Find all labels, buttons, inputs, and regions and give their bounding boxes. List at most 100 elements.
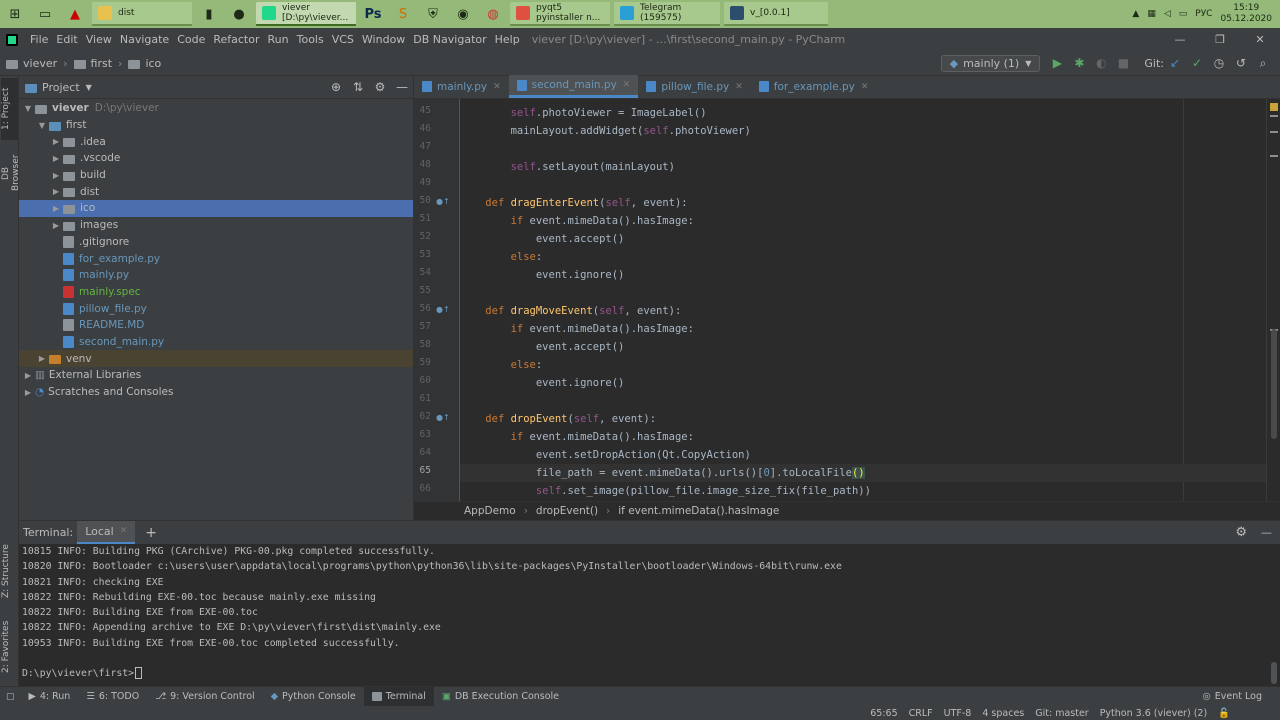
close-tab-icon[interactable]: ✕ xyxy=(623,80,631,90)
photoshop-icon[interactable]: Ps xyxy=(358,0,388,28)
tab-structure[interactable]: Z: Structure xyxy=(1,538,18,604)
tray-clock[interactable]: 15:19 05.12.2020 xyxy=(1220,3,1272,25)
breadcrumb-method[interactable]: dropEvent() xyxy=(536,505,598,517)
tab-mainly-py[interactable]: mainly.py ✕ xyxy=(414,75,509,98)
taskbar-task-pycharm[interactable]: viever [D:\py\viever... xyxy=(256,2,356,26)
project-panel-title[interactable]: Project xyxy=(42,81,80,94)
status-indent[interactable]: 4 spaces xyxy=(982,708,1024,719)
app-icon[interactable]: ● xyxy=(224,0,254,28)
close-tab-icon[interactable]: ✕ xyxy=(493,82,501,92)
pdf-reader-icon[interactable]: ▲ xyxy=(60,0,90,28)
tree-item-first[interactable]: ▼ first xyxy=(19,117,413,134)
sublime-icon[interactable]: S xyxy=(388,0,418,28)
git-commit-icon[interactable]: ✓ xyxy=(1186,56,1208,70)
breadcrumb-item[interactable]: first › xyxy=(73,57,122,70)
stop-icon[interactable]: ■ xyxy=(1112,56,1134,70)
terminal-scrollbar-thumb[interactable] xyxy=(1271,662,1277,684)
tray-arrow-icon[interactable]: ▲ xyxy=(1132,9,1139,19)
menu-db-navigator[interactable]: DB Navigator xyxy=(409,33,490,46)
tree-item-build[interactable]: ▶ build xyxy=(19,167,413,184)
status-interpreter[interactable]: Python 3.6 (viever) (2) xyxy=(1100,708,1207,719)
breadcrumb-class[interactable]: AppDemo xyxy=(464,505,516,517)
restore-icon[interactable]: ❐ xyxy=(1200,33,1240,46)
taskbar-task-browser[interactable]: pyqt5 pyinstaller n... xyxy=(510,2,610,26)
tree-item-gitignore[interactable]: .gitignore xyxy=(19,234,413,251)
toolwindow-todo[interactable]: ☰ 6: TODO xyxy=(78,687,147,707)
breadcrumb-item[interactable]: viever › xyxy=(6,57,68,70)
taskbar-task-telegram[interactable]: Telegram (159575) xyxy=(614,2,720,26)
tab-favorites[interactable]: 2: Favorites xyxy=(1,612,18,682)
tree-item-idea[interactable]: ▶ .idea xyxy=(19,133,413,150)
tree-item-scratches[interactable]: ▶ ◔ Scratches and Consoles xyxy=(19,384,413,401)
tree-item-dist[interactable]: ▶ dist xyxy=(19,183,413,200)
menu-navigate[interactable]: Navigate xyxy=(116,33,173,46)
tab-project[interactable]: 1: Project xyxy=(1,78,18,140)
terminal-scrollbar[interactable] xyxy=(1267,544,1280,686)
locate-icon[interactable]: ⊕ xyxy=(325,80,347,94)
close-tab-icon[interactable]: ✕ xyxy=(861,82,869,92)
tree-item-vscode[interactable]: ▶ .vscode xyxy=(19,150,413,167)
menu-run[interactable]: Run xyxy=(264,33,293,46)
status-caret-position[interactable]: 65:65 xyxy=(870,708,897,719)
gear-icon[interactable]: ⚙ xyxy=(369,80,391,94)
hide-icon[interactable]: — xyxy=(391,80,413,94)
run-icon[interactable]: ▶ xyxy=(1046,56,1068,70)
debug-icon[interactable]: ✱ xyxy=(1068,56,1090,70)
expand-arrow-icon[interactable]: ▶ xyxy=(49,204,63,213)
tree-item-for-example[interactable]: for_example.py xyxy=(19,250,413,267)
editor-scrollbar-thumb[interactable] xyxy=(1271,329,1277,439)
tree-item-venv[interactable]: ▶ venv xyxy=(19,350,413,367)
editor-error-stripe[interactable] xyxy=(1266,99,1280,501)
override-marker-icon[interactable]: ●↑ xyxy=(436,305,450,314)
layout-icon[interactable]: ▢ xyxy=(6,692,15,702)
expand-arrow-icon[interactable]: ▶ xyxy=(21,388,35,397)
warning-icon[interactable] xyxy=(1270,103,1278,111)
tree-item-second-main[interactable]: second_main.py xyxy=(19,334,413,351)
tab-pillow-file-py[interactable]: pillow_file.py ✕ xyxy=(638,75,750,98)
media-icon[interactable]: ◉ xyxy=(448,0,478,28)
tab-second-main-py[interactable]: second_main.py ✕ xyxy=(508,75,639,98)
menu-refactor[interactable]: Refactor xyxy=(209,33,263,46)
vpn-icon[interactable]: ⛨ xyxy=(418,0,448,28)
toolwindow-db-console[interactable]: ▣ DB Execution Console xyxy=(434,687,567,707)
toolwindow-version-control[interactable]: ⎇ 9: Version Control xyxy=(147,687,263,707)
status-git-branch[interactable]: Git: master xyxy=(1035,708,1088,719)
toolwindow-event-log[interactable]: ◎ Event Log xyxy=(1195,687,1271,707)
new-terminal-tab-icon[interactable]: + xyxy=(145,525,157,541)
expand-arrow-icon[interactable]: ▶ xyxy=(35,354,49,363)
terminal-icon[interactable]: ▮ xyxy=(194,0,224,28)
menu-view[interactable]: View xyxy=(82,33,116,46)
expand-arrow-icon[interactable]: ▶ xyxy=(49,137,63,146)
rollback-icon[interactable]: ↺ xyxy=(1230,56,1252,70)
gear-icon[interactable]: ⚙ xyxy=(1235,525,1247,540)
tab-db-browser[interactable]: DB Browser xyxy=(1,144,21,202)
breadcrumb-item[interactable]: ico xyxy=(128,57,161,70)
menu-window[interactable]: Window xyxy=(358,33,409,46)
status-line-separator[interactable]: CRLF xyxy=(909,708,933,719)
start-button-icon[interactable]: ⊞ xyxy=(0,0,30,28)
terminal-tab-local[interactable]: Local ✕ xyxy=(77,520,136,545)
run-configuration-select[interactable]: ◆ mainly (1) ▼ xyxy=(940,54,1041,72)
breadcrumb-statement[interactable]: if event.mimeData().hasImage xyxy=(618,505,779,517)
tab-for-example-py[interactable]: for_example.py ✕ xyxy=(751,75,877,98)
collapse-all-icon[interactable]: ⇅ xyxy=(347,80,369,94)
close-tab-icon[interactable]: ✕ xyxy=(735,82,743,92)
toolwindow-run[interactable]: ▶ 4: Run xyxy=(21,687,79,707)
chrome-icon[interactable]: ◍ xyxy=(478,0,508,28)
coverage-icon[interactable]: ◐ xyxy=(1090,56,1112,70)
expand-arrow-icon[interactable]: ▼ xyxy=(35,121,49,130)
history-icon[interactable]: ◷ xyxy=(1208,56,1230,70)
menu-code[interactable]: Code xyxy=(173,33,209,46)
expand-arrow-icon[interactable]: ▶ xyxy=(49,154,63,163)
chevron-down-icon[interactable]: ▼ xyxy=(86,83,92,92)
tree-item-mainly-spec[interactable]: mainly.spec xyxy=(19,284,413,301)
tray-battery-icon[interactable]: ▭ xyxy=(1179,9,1188,19)
tray-language[interactable]: РУС xyxy=(1195,9,1212,19)
git-update-icon[interactable]: ↙ xyxy=(1164,56,1186,70)
hide-icon[interactable]: — xyxy=(1261,526,1272,539)
task-view-icon[interactable]: ▭ xyxy=(30,0,60,28)
expand-arrow-icon[interactable]: ▼ xyxy=(21,104,35,113)
expand-arrow-icon[interactable]: ▶ xyxy=(49,171,63,180)
toolwindow-python-console[interactable]: ◆ Python Console xyxy=(263,687,364,707)
close-tab-icon[interactable]: ✕ xyxy=(120,526,128,536)
